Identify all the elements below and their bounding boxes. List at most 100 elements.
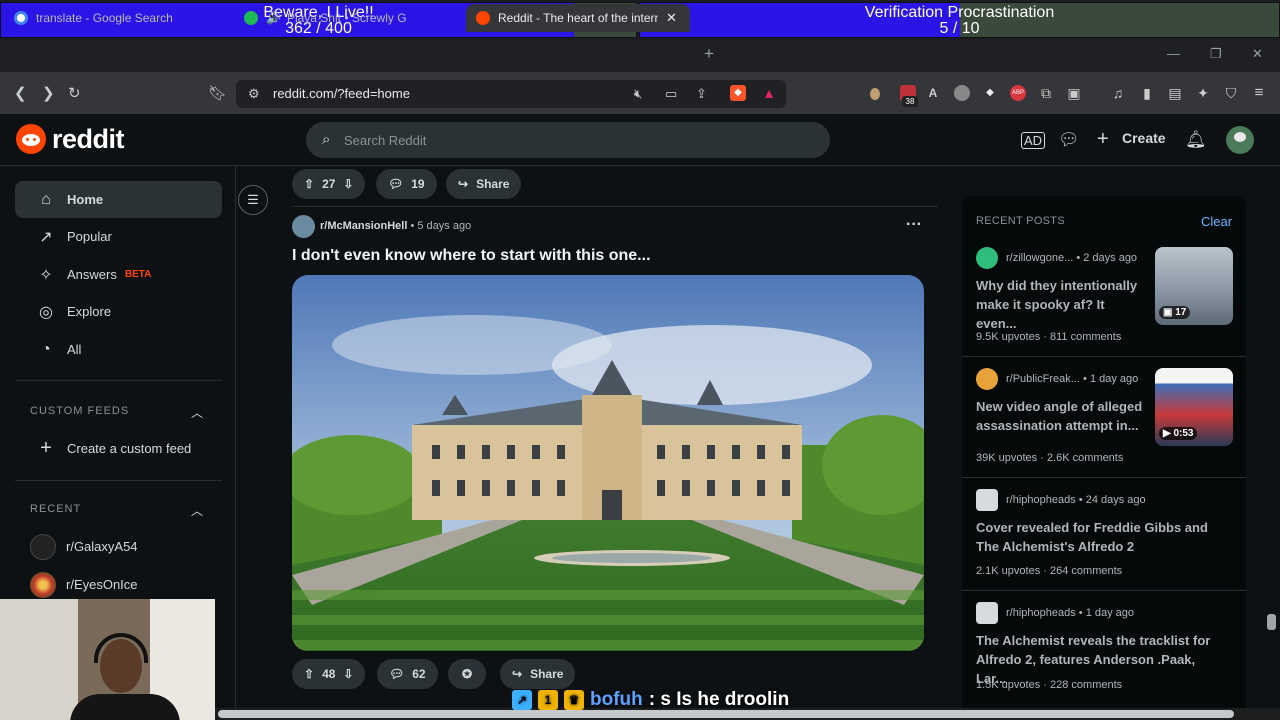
subreddit-avatar[interactable]	[976, 602, 998, 624]
chevron-up-icon[interactable]: ︿	[191, 404, 203, 421]
close-tab-icon[interactable]: ✕	[666, 10, 677, 26]
subreddit-link[interactable]: r/hiphopheads	[1006, 607, 1076, 619]
capture-icon[interactable]: ▣	[1066, 85, 1082, 101]
menu-icon[interactable]: ≡	[1251, 85, 1267, 101]
share-page-icon[interactable]: ⇪	[696, 86, 707, 102]
downvote-icon[interactable]: ⇩	[343, 667, 353, 681]
upvote-icon[interactable]: ⇧	[304, 177, 314, 191]
recent-post-thumbnail[interactable]: ▶ 0:53	[1155, 368, 1233, 446]
extension-icon[interactable]	[954, 85, 970, 101]
close-window-icon[interactable]: ✕	[1252, 46, 1263, 62]
clear-recent-button[interactable]: Clear	[1201, 214, 1232, 229]
subreddit-link[interactable]: r/PublicFreak...	[1006, 373, 1080, 385]
upvote-count: 2.1K upvotes	[976, 565, 1041, 577]
post-title[interactable]: I don't even know where to start with th…	[292, 247, 651, 265]
explore-icon: ◎	[39, 303, 53, 321]
sidebar-item-all[interactable]: ◔ All	[15, 331, 222, 368]
divider	[962, 477, 1246, 478]
sidebar-item-answers[interactable]: ✧ Answers BETA	[15, 256, 222, 293]
recent-post-title[interactable]: Cover revealed for Freddie Gibbs and The…	[976, 518, 1226, 556]
recent-post-title[interactable]: New video angle of alleged assassination…	[976, 397, 1146, 435]
adblock-icon[interactable]: ABP	[1010, 85, 1026, 101]
spotify-icon	[244, 11, 258, 25]
vpn-icon[interactable]: ⛉	[1223, 85, 1239, 101]
site-settings-icon[interactable]: ⚙	[248, 86, 260, 102]
chat-message: ↗ 1 ♛ bofuh : s Is he droolin	[512, 688, 789, 712]
subreddit-avatar[interactable]	[976, 489, 998, 511]
search-placeholder: Search Reddit	[344, 133, 427, 148]
subreddit-avatar[interactable]	[292, 215, 315, 238]
recent-post-stats: 1.5K upvotes · 228 comments	[976, 679, 1123, 691]
extension-icon[interactable]: A	[925, 85, 941, 101]
goal-bar-2-progress: 5 / 10	[939, 20, 980, 37]
minimize-icon[interactable]: —	[1167, 46, 1180, 61]
award-button[interactable]: ✪	[448, 659, 486, 689]
brave-rewards-icon[interactable]: ▲	[761, 85, 777, 101]
upvote-icon[interactable]: ⇧	[304, 667, 314, 681]
tab-spotify[interactable]: 🔊 Playa Shit • Screwly G	[234, 4, 462, 32]
user-avatar[interactable]	[1226, 126, 1254, 154]
upvote-count: 9.5K upvotes	[976, 331, 1041, 343]
cast-icon[interactable]: ▭	[665, 86, 677, 102]
recent-post-meta: r/zillowgone... • 2 days ago	[1006, 252, 1138, 264]
reload-icon[interactable]: ↻	[68, 84, 81, 102]
puzzle-icon[interactable]: ⧉	[1038, 85, 1054, 101]
extension-icon[interactable]	[870, 88, 880, 100]
comments-button[interactable]: 💬︎ 62	[377, 659, 438, 689]
share-button[interactable]: ↪ Share	[500, 659, 576, 689]
comment-icon: 💬︎	[388, 177, 404, 191]
back-icon[interactable]: ❮	[14, 84, 27, 102]
music-icon[interactable]: ♫	[1110, 85, 1126, 101]
url-text[interactable]: reddit.com/?feed=home	[273, 86, 410, 101]
chat-icon[interactable]: 💬︎	[1058, 130, 1080, 150]
restore-icon[interactable]: ❐	[1210, 46, 1222, 62]
sidebar-item-recent[interactable]: r/EyesOnIce	[15, 566, 222, 603]
bookmark-icon[interactable]: 🔖︎	[208, 84, 227, 102]
share-icon: ↪	[512, 667, 523, 681]
sidebar-item-explore[interactable]: ◎ Explore	[15, 293, 222, 330]
brave-shield-icon[interactable]: ◆	[730, 85, 746, 101]
subreddit-avatar[interactable]	[976, 368, 998, 390]
post-image[interactable]	[292, 275, 924, 651]
mute-icon[interactable]: 🔇︎	[634, 86, 642, 102]
create-button[interactable]: Create	[1122, 130, 1166, 146]
downvote-icon[interactable]: ⇩	[343, 177, 353, 191]
chevron-up-icon[interactable]: ︿	[191, 502, 203, 519]
tab-google-search[interactable]: translate - Google Search	[4, 4, 232, 32]
recent-post-title[interactable]: Why did they intentionally make it spook…	[976, 276, 1146, 333]
tab-label: Playa Shit • Screwly G	[286, 11, 407, 25]
upvote-count: 1.5K upvotes	[976, 679, 1041, 691]
advertise-icon[interactable]: AD	[1021, 132, 1046, 149]
create-custom-feed-item[interactable]: + Create a custom feed	[15, 430, 222, 467]
subreddit-link[interactable]: r/hiphopheads	[1006, 494, 1076, 506]
tab-reddit[interactable]: Reddit - The heart of the interne ✕	[466, 4, 690, 32]
sidebar-item-recent[interactable]: r/GalaxyA54	[15, 528, 222, 565]
popular-icon: ↗	[39, 228, 53, 246]
collapse-sidebar-button[interactable]: ☰	[238, 185, 268, 215]
vertical-scrollbar-thumb[interactable]	[1267, 614, 1276, 630]
sidebar-item-popular[interactable]: ↗ Popular	[15, 218, 222, 255]
sidebar-toggle-icon[interactable]: ▮	[1139, 85, 1155, 101]
leo-ai-icon[interactable]: ✦	[1195, 85, 1211, 101]
extension-icon[interactable]: ◆	[982, 85, 998, 101]
forward-icon[interactable]: ❯	[42, 84, 55, 102]
comments-button[interactable]: 💬︎ 19	[376, 169, 437, 199]
subreddit-avatar[interactable]	[976, 247, 998, 269]
sidebar-item-label: Create a custom feed	[67, 441, 192, 456]
plus-icon: +	[1097, 128, 1109, 150]
new-tab-icon[interactable]: +	[704, 44, 714, 64]
custom-feeds-heading[interactable]: CUSTOM FEEDS	[30, 405, 129, 417]
subreddit-link[interactable]: r/zillowgone...	[1006, 252, 1073, 264]
reddit-logo-icon[interactable]	[16, 124, 46, 154]
notification-bell-icon[interactable]: 🔔︎	[1185, 130, 1207, 150]
vote-bar: ⇧ 48 ⇩	[292, 659, 366, 689]
recent-heading[interactable]: RECENT	[30, 503, 81, 515]
share-button[interactable]: ↪ Share	[446, 169, 522, 199]
wallet-icon[interactable]: ▤	[1167, 85, 1183, 101]
recent-post-meta: r/hiphopheads • 1 day ago	[1006, 607, 1135, 619]
post-options-icon[interactable]: ···	[906, 216, 922, 234]
subreddit-link[interactable]: r/McMansionHell	[320, 220, 407, 232]
recent-post-thumbnail[interactable]: ▣ 17	[1155, 247, 1233, 325]
sidebar-item-home[interactable]: ⌂ Home	[15, 181, 222, 218]
reddit-wordmark[interactable]: reddit	[52, 124, 125, 155]
